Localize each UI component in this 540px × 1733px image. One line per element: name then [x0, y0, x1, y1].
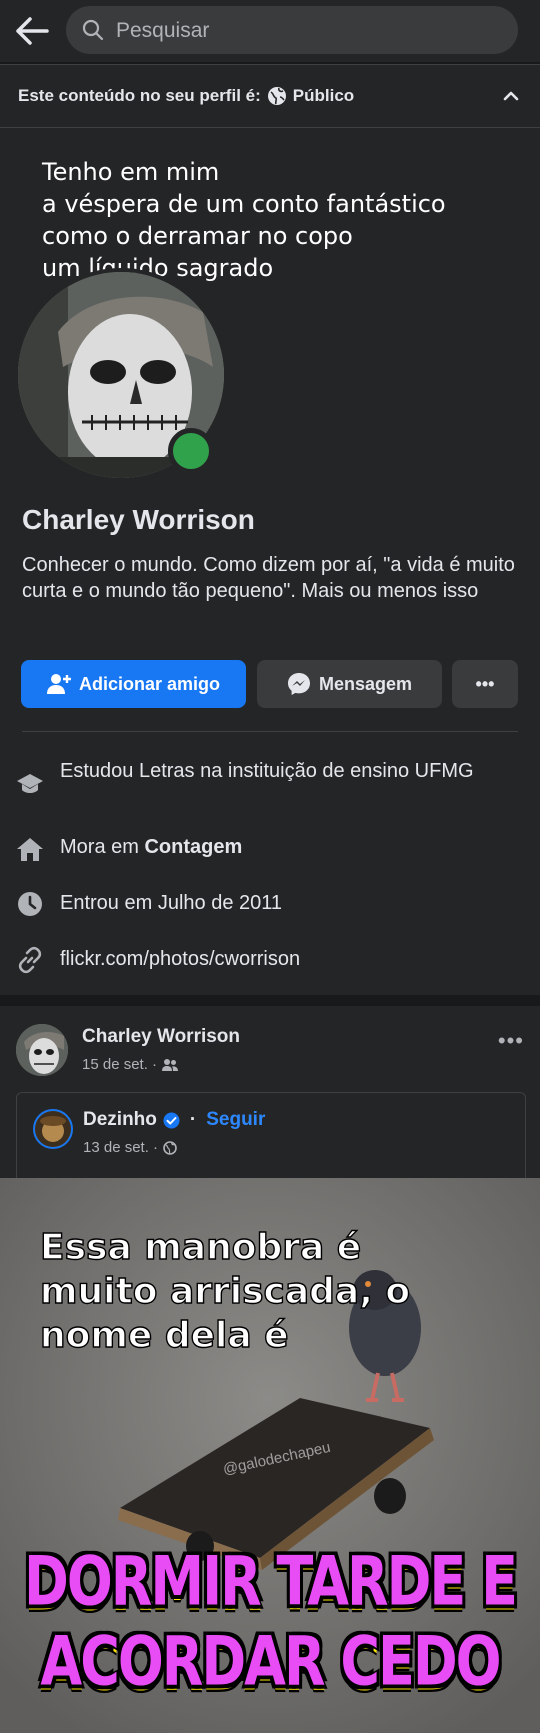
meme-punchline-line: DORMIR TARDE E	[24, 1542, 518, 1621]
privacy-label: Este conteúdo no seu perfil é:	[18, 86, 261, 105]
home-icon	[17, 838, 43, 861]
meme-caption-line: muito arriscada, o	[39, 1270, 411, 1312]
search-input[interactable]: Pesquisar	[66, 6, 518, 54]
friends-audience-icon	[162, 1058, 179, 1071]
profile-bio: Conhecer o mundo. Como dizem por aí, "a …	[22, 554, 515, 602]
follow-button[interactable]: Seguir	[206, 1109, 265, 1131]
cover-quote: Tenho em mim a véspera de um conto fantá…	[42, 158, 446, 282]
privacy-value: Público	[292, 86, 355, 105]
home-text: Mora em Contagem	[60, 834, 520, 860]
website-link[interactable]: flickr.com/photos/cworrison	[60, 946, 520, 972]
chevron-up-icon[interactable]	[502, 87, 520, 105]
follow-separator: ·	[189, 1109, 197, 1130]
meme-caption-top: Essa manobra é muito arriscada, o nome d…	[39, 1226, 411, 1358]
messenger-icon	[287, 673, 310, 695]
shared-author-name[interactable]: Dezinho	[83, 1109, 157, 1131]
joined-text: Entrou em Julho de 2011	[60, 892, 283, 914]
globe-icon	[163, 1140, 177, 1155]
post-date[interactable]: 15 de set. ·	[82, 1056, 157, 1073]
post-author-name[interactable]: Charley Worrison	[82, 1026, 240, 1048]
back-arrow-icon[interactable]	[14, 14, 50, 48]
online-status-indicator	[168, 428, 214, 474]
meme-caption-line: Essa manobra é	[39, 1226, 362, 1268]
home-prefix: Mora em	[60, 836, 145, 858]
divider	[22, 731, 518, 732]
meme-caption-line: nome dela é	[39, 1314, 289, 1356]
meme-punchline-line: ACORDAR CEDO	[40, 1622, 501, 1701]
verified-badge-icon	[163, 1112, 180, 1128]
privacy-row[interactable]: Este conteúdo no seu perfil é: Público	[0, 65, 540, 127]
message-button[interactable]: Mensagem	[257, 660, 442, 708]
graduation-cap-icon	[17, 774, 43, 793]
shared-author-avatar[interactable]	[33, 1109, 73, 1149]
shared-author-row: Dezinho · Seguir	[83, 1109, 265, 1131]
more-options-button[interactable]: •••	[452, 660, 518, 708]
privacy-text: Este conteúdo no seu perfil é: Público	[18, 86, 354, 106]
more-options-label: •••	[475, 673, 495, 694]
education-text: Estudou Letras na instituição de ensino …	[60, 760, 474, 782]
link-icon	[18, 946, 42, 974]
clock-icon	[18, 892, 42, 916]
search-placeholder: Pesquisar	[116, 19, 210, 42]
add-friend-label: Adicionar amigo	[78, 673, 221, 694]
post-options-button[interactable]: •••	[498, 1028, 524, 1054]
add-friend-button[interactable]: Adicionar amigo	[21, 660, 246, 708]
post-meta: 15 de set. ·	[82, 1056, 179, 1073]
post-image-meme[interactable]: Essa manobra é muito arriscada, o nome d…	[0, 1178, 540, 1733]
add-friend-icon	[46, 674, 71, 694]
profile-section: Tenho em mim a véspera de um conto fantá…	[0, 128, 540, 995]
shared-post-meta: 13 de set. ·	[83, 1139, 177, 1156]
message-label: Mensagem	[318, 673, 413, 694]
shared-post-date[interactable]: 13 de set. ·	[83, 1139, 158, 1156]
top-bar: Pesquisar	[0, 0, 540, 62]
search-icon	[82, 19, 104, 41]
section-gap	[0, 995, 540, 1006]
post-author-avatar[interactable]	[16, 1024, 68, 1076]
home-city: Contagem	[144, 836, 243, 858]
profile-name: Charley Worrison	[22, 504, 255, 535]
globe-icon	[267, 87, 286, 105]
